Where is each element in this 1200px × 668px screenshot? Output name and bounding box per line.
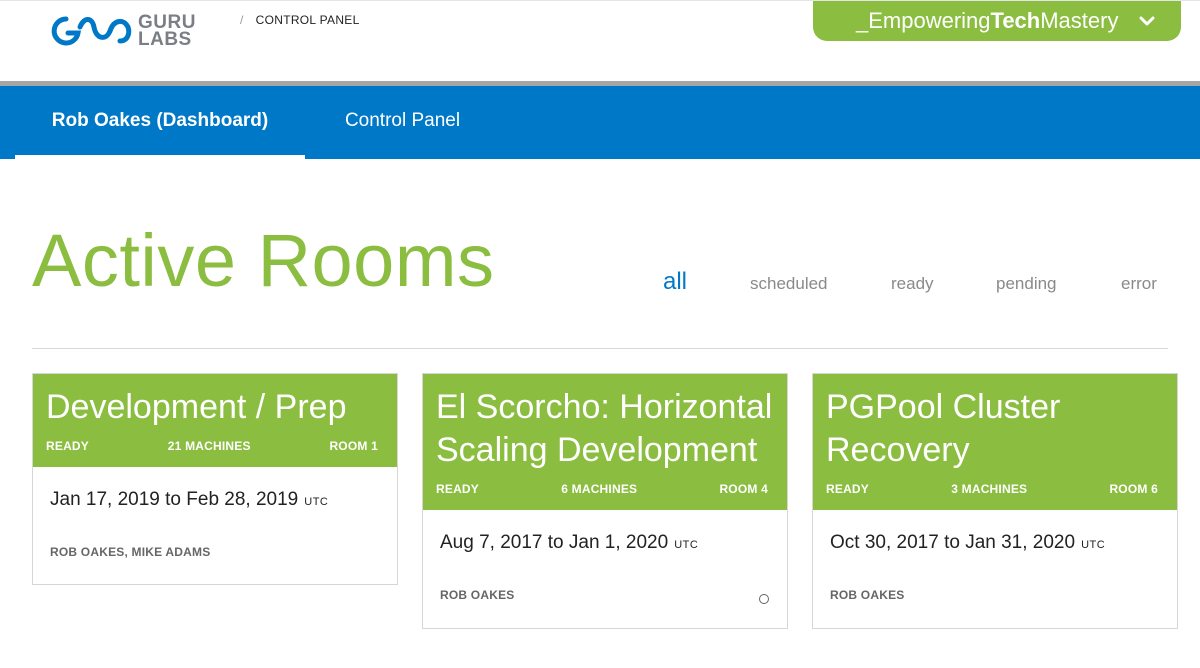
filter-ready[interactable]: ready [891, 274, 934, 294]
brand-suffix: Mastery [1040, 8, 1119, 33]
guru-labs-logo[interactable]: GURU LABS [50, 11, 220, 51]
room-number: ROOM 1 [329, 439, 378, 453]
filter-scheduled[interactable]: scheduled [750, 274, 828, 294]
logo-line-labs: LABS [138, 29, 192, 50]
guru-labs-wave-icon [51, 16, 132, 46]
room-dates: Jan 17, 2019 to Feb 28, 2019 UTC [50, 489, 380, 511]
room-status: READY [826, 482, 870, 496]
circle-icon[interactable] [759, 594, 769, 604]
room-meta: READY 6 MACHINES ROOM 4 [436, 472, 775, 510]
room-card[interactable]: Development / Prep READY 21 MACHINES ROO… [32, 373, 398, 585]
breadcrumb-control-panel[interactable]: CONTROL PANEL [256, 13, 360, 27]
room-card-body: Jan 17, 2019 to Feb 28, 2019 UTC ROB OAKE… [33, 489, 397, 575]
filter-error[interactable]: error [1121, 274, 1157, 294]
room-title: Development / Prep [46, 388, 347, 426]
room-card-header: Development / Prep READY 21 MACHINES ROO… [33, 374, 397, 467]
tab-dashboard[interactable]: Rob Oakes (Dashboard) [15, 86, 305, 159]
room-date-range: Aug 7, 2017 to Jan 1, 2020 [440, 532, 669, 553]
room-title: PGPool Cluster Recovery [826, 388, 1061, 469]
top-header: GURU LABS / CONTROL PANEL _Empowering Tech… [0, 0, 1200, 82]
room-date-range: Oct 30, 2017 to Jan 31, 2020 [830, 532, 1076, 553]
room-people: ROB OAKES [440, 588, 515, 602]
room-card-body: Aug 7, 2017 to Jan 1, 2020 UTC ROB OAKES [423, 532, 787, 618]
room-machines: 21 MACHINES [167, 439, 251, 453]
tab-control-panel[interactable]: Control Panel [330, 86, 475, 159]
room-card-header: PGPool Cluster Recovery READY 3 MACHINES… [813, 374, 1177, 510]
chevron-down-icon [1139, 16, 1155, 26]
active-tab-indicator [15, 155, 305, 159]
room-title: El Scorcho: Horizontal Scaling Developme… [436, 388, 773, 469]
tab-dashboard-label: Rob Oakes (Dashboard) [51, 110, 269, 131]
brand-prefix: _Empowering [856, 8, 991, 33]
room-machines: 6 MACHINES [561, 482, 638, 496]
room-card-header: El Scorcho: Horizontal Scaling Developme… [423, 374, 787, 510]
room-date-range: Jan 17, 2019 to Feb 28, 2019 [50, 489, 299, 510]
logo-wordmark: GURU LABS [138, 13, 196, 50]
room-dates: Aug 7, 2017 to Jan 1, 2020 UTC [440, 532, 770, 554]
room-status: READY [46, 439, 90, 453]
room-meta: READY 3 MACHINES ROOM 6 [826, 472, 1165, 510]
room-status: READY [436, 482, 480, 496]
main-nav: Rob Oakes (Dashboard) Control Panel [0, 86, 1200, 159]
room-dates: Oct 30, 2017 to Jan 31, 2020 UTC [830, 532, 1160, 554]
room-meta: READY 21 MACHINES ROOM 1 [46, 429, 385, 467]
room-number: ROOM 4 [719, 482, 768, 496]
room-card-body: Oct 30, 2017 to Jan 31, 2020 UTC ROB OAKE… [813, 532, 1177, 618]
title-divider [32, 348, 1168, 349]
brand-menu-button[interactable]: _Empowering Tech Mastery [813, 1, 1181, 41]
page-title: Active Rooms [32, 219, 495, 302]
room-card[interactable]: El Scorcho: Horizontal Scaling Developme… [422, 373, 788, 629]
filter-pending[interactable]: pending [996, 274, 1057, 294]
room-people: ROB OAKES [830, 588, 905, 602]
filter-all[interactable]: all [663, 268, 687, 296]
room-people: ROB OAKES, MIKE ADAMS [50, 545, 211, 559]
room-card[interactable]: PGPool Cluster Recovery READY 3 MACHINES… [812, 373, 1178, 629]
tab-control-panel-label: Control Panel [344, 110, 461, 131]
brand-bold: Tech [990, 8, 1041, 33]
room-machines: 3 MACHINES [951, 482, 1028, 496]
room-timezone: UTC [1081, 539, 1106, 551]
room-timezone: UTC [674, 539, 699, 551]
breadcrumb-separator: / [240, 13, 244, 27]
breadcrumb: / CONTROL PANEL [240, 13, 360, 27]
room-timezone: UTC [304, 496, 329, 508]
room-number: ROOM 6 [1109, 482, 1158, 496]
